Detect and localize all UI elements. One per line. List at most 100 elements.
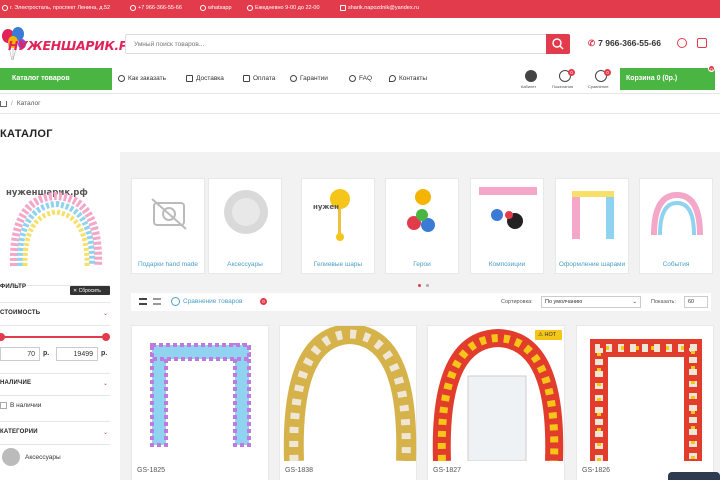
breadcrumb-separator: / [11,100,13,107]
nav-contacts[interactable]: Контакты [389,75,427,82]
filter-title: ФИЛЬТР [0,284,27,290]
topbar-email[interactable]: sharik.napozdnik@yandex.ru [340,5,419,11]
breadcrumb-current: Каталог [16,100,41,107]
reset-button[interactable]: ✕ Сбросить [70,286,110,295]
card-icon [243,75,250,82]
compare-count-badge: 0 [260,298,267,305]
carousel-dot[interactable] [426,284,430,287]
category-label: Композиции [488,261,526,268]
clock-icon [247,5,253,11]
nav-faq[interactable]: FAQ [349,75,372,82]
balloon-arch-image [572,191,614,239]
compare-badge: 0 [604,69,611,76]
product-image [150,343,251,447]
sort-label: Сортировка: [501,299,533,305]
category-label: Гелиевые шары [313,261,363,268]
cart-badge: 0 [708,65,715,72]
location-icon [389,75,396,82]
product-code: GS-1838 [285,467,314,474]
location-icon [2,5,8,11]
whatsapp-icon [200,5,206,11]
cart-button[interactable]: Корзина 0 (0р.) [620,68,715,90]
pompom-image [224,190,268,234]
chat-widget-button[interactable] [668,472,720,480]
divider [0,93,720,94]
product-code: GS-1825 [137,467,166,474]
whatsapp-icon[interactable] [677,38,687,48]
product-image [283,326,417,461]
page-title: КАТАЛОГ [0,128,53,140]
header-phone[interactable]: ✆ 7 966-366-55-66 [588,38,661,49]
compare-icon [171,297,180,306]
topbar-whatsapp[interactable]: whatsapp [200,5,232,11]
nav-payment[interactable]: Оплата [243,75,275,82]
price-min-input[interactable]: 70 [0,347,40,361]
instagram-icon[interactable] [697,38,707,48]
chevron-down-icon: ⌄ [632,299,637,305]
carousel-dot-active[interactable] [418,284,421,287]
divider [0,444,110,445]
product-card[interactable]: GS-1826 [576,325,714,480]
compare-products-link[interactable]: Сравнение товаров [183,298,242,305]
category-label: Аксессуары [227,261,263,268]
category-card[interactable]: Герои [385,178,459,274]
product-image [432,328,564,461]
search-input[interactable] [126,35,526,53]
wishlist-badge: 0 [568,69,575,76]
cabinet-label: Кабинет [521,84,537,89]
category-card[interactable]: нужен Гелиевые шары [301,178,375,274]
category-item[interactable]: Аксессуары [25,454,61,461]
products-toolbar: Сравнение товаров 0 Сортировка: По умолч… [131,293,711,311]
user-icon[interactable] [525,70,537,82]
svg-text:нужен: нужен [313,203,339,211]
chevron-down-icon[interactable]: ⌄ [103,380,108,387]
address: г. Электросталь, проспект Ленина, д.52 [2,5,110,11]
product-card[interactable]: GS-1838 [279,325,417,480]
category-label: Подарки hand made [138,261,198,268]
category-card[interactable]: Подарки hand made [131,178,205,274]
stock-title: НАЛИЧИЕ [0,380,32,386]
nav-guarantee[interactable]: Гарантии [290,75,328,82]
compare-label: Сравнение [588,84,609,89]
mail-icon [340,5,346,11]
price-max-input[interactable]: 19499 [56,347,98,361]
per-page-select[interactable]: 60 [684,296,708,308]
logo[interactable]: НУЖЕНШАРИК.РФ [0,24,140,64]
chevron-down-icon[interactable]: ⌄ [103,429,108,436]
product-image [590,339,702,461]
sort-select[interactable]: По умолчанию ⌄ [541,296,641,308]
category-card[interactable]: Оформление шарами [555,178,629,274]
nav-delivery[interactable]: Доставка [186,75,224,82]
category-label: Оформление шарами [558,261,626,268]
heroes-balloon-image [407,189,435,232]
category-card[interactable]: События [639,178,713,274]
no-photo-icon [151,198,187,230]
product-card[interactable]: GS-1827 [427,325,565,480]
divider [0,395,110,396]
search-button[interactable] [546,34,570,54]
currency-label: р. [43,350,50,357]
breadcrumb: / Каталог [0,100,40,107]
topbar-phone[interactable]: +7 966-366-55-66 [130,5,182,11]
list-view-icon[interactable] [153,298,161,305]
in-stock-checkbox[interactable] [0,402,7,409]
price-slider-max-handle[interactable] [102,333,110,341]
price-title: СТОИМОСТЬ [0,310,41,316]
working-hours: Ежедневно 9-00 до 22-00 [247,5,320,11]
catalog-button[interactable]: Каталог товаров [0,68,112,90]
product-code: GS-1827 [433,467,462,474]
category-card[interactable]: Композиции [470,178,544,274]
top-bar: г. Электросталь, проспект Ленина, д.52 +… [0,0,720,18]
close-icon: ✕ [73,287,78,294]
chevron-down-icon[interactable]: ⌄ [103,310,108,317]
in-stock-label: В наличии [10,402,42,409]
logo-text: НУЖЕНШАРИК.РФ [8,38,140,53]
divider [0,421,110,422]
price-slider-track[interactable] [0,336,108,338]
home-icon[interactable] [0,100,7,107]
category-card[interactable]: Аксессуары [208,178,282,274]
grid-view-icon[interactable] [139,298,147,305]
category-label: Герои [413,261,431,268]
nav-how-to-order[interactable]: Как заказать [118,75,166,82]
product-card[interactable]: GS-1825 [131,325,269,480]
